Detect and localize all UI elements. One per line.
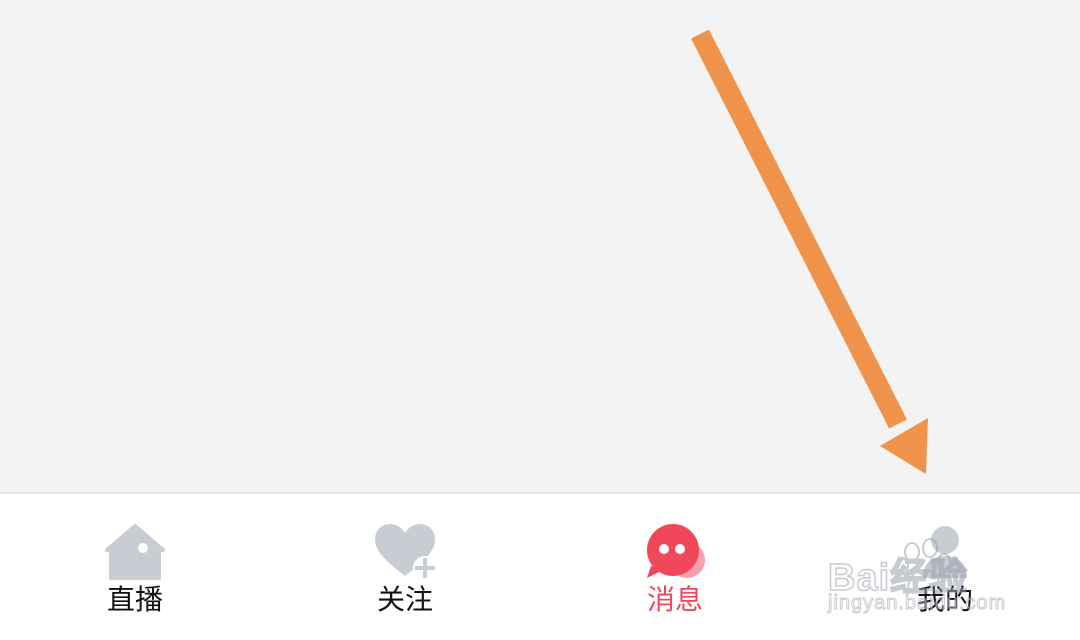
tab-follow-label: 关注 bbox=[376, 583, 433, 616]
tab-live-label: 直播 bbox=[106, 583, 163, 616]
bottom-tab-bar: 直播 关注 消息 我的 bbox=[0, 492, 1080, 640]
tab-live[interactable]: 直播 bbox=[35, 494, 235, 640]
person-icon bbox=[923, 526, 967, 578]
heart-plus-icon bbox=[375, 524, 437, 580]
tab-mine-label: 我的 bbox=[916, 583, 973, 616]
tab-mine[interactable]: 我的 bbox=[845, 494, 1045, 640]
tab-messages[interactable]: 消息 bbox=[575, 494, 775, 640]
chat-bubble-icon bbox=[647, 524, 705, 578]
tab-messages-label: 消息 bbox=[646, 583, 703, 616]
house-icon bbox=[105, 524, 165, 580]
main-content-area bbox=[0, 0, 1080, 492]
tab-follow[interactable]: 关注 bbox=[305, 494, 505, 640]
